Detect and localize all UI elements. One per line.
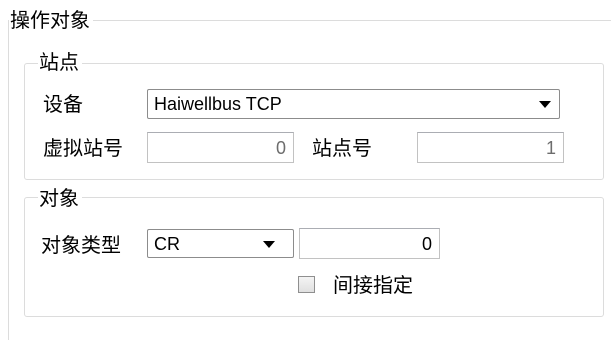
station-group-title: 站点 (38, 50, 82, 74)
device-label: 设备 (43, 92, 83, 116)
indirect-label[interactable]: 间接指定 (333, 273, 413, 297)
virtual-station-value: 0 (275, 138, 286, 158)
object-index-value: 0 (421, 234, 432, 254)
virtual-station-input[interactable]: 0 (147, 132, 294, 163)
device-select[interactable]: Haiwellbus TCP (147, 89, 560, 119)
station-no-input[interactable]: 1 (417, 132, 564, 163)
indirect-checkbox[interactable] (298, 276, 315, 293)
object-type-select-value: CR (154, 234, 180, 254)
station-no-label: 站点号 (312, 136, 372, 160)
object-group-title: 对象 (38, 186, 82, 210)
object-type-label: 对象类型 (41, 233, 121, 257)
chevron-down-icon (263, 241, 275, 248)
station-no-value: 1 (545, 138, 556, 158)
object-type-select[interactable]: CR (147, 229, 294, 258)
chevron-down-icon (539, 101, 551, 108)
object-index-input[interactable]: 0 (299, 228, 440, 259)
operation-target-title: 操作对象 (9, 8, 93, 32)
device-select-value: Haiwellbus TCP (154, 94, 282, 114)
virtual-station-label: 虚拟站号 (43, 136, 123, 160)
